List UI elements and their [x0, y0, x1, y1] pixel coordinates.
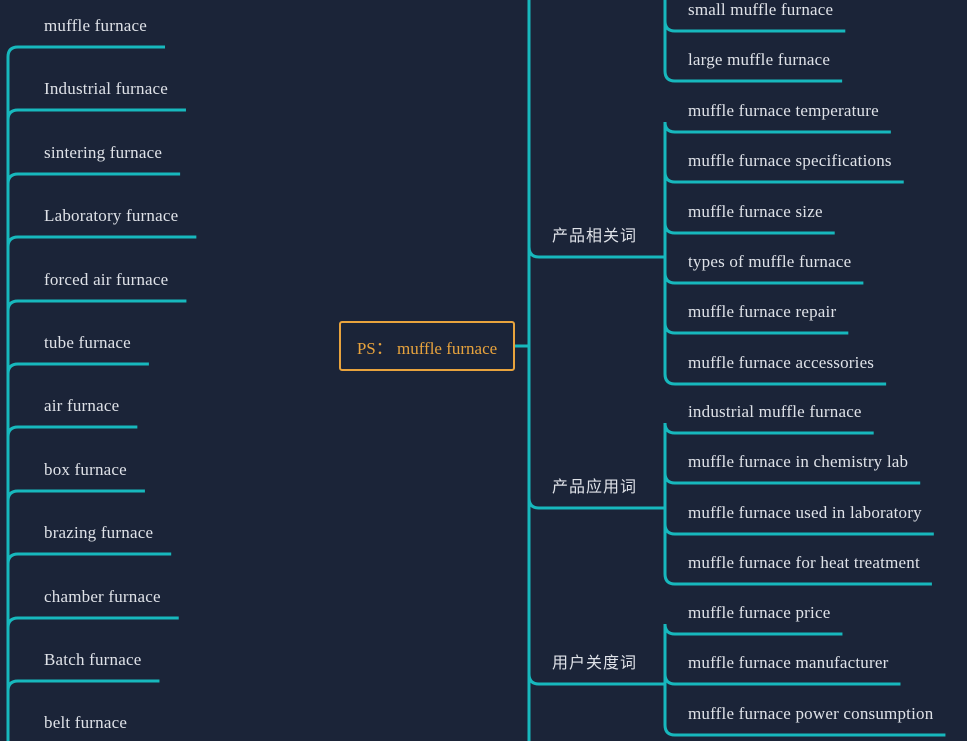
right-category-label[interactable]: 产品应用词	[552, 479, 637, 495]
left-branch-item[interactable]: chamber furnace	[44, 588, 161, 605]
left-branch-item[interactable]: forced air furnace	[44, 271, 168, 288]
right-branch-item[interactable]: muffle furnace size	[688, 203, 823, 220]
mindmap-canvas: PS： muffle furnace muffle furnace Industr…	[0, 0, 967, 741]
right-category-label[interactable]: 用户关度词	[552, 655, 637, 671]
right-branch-item[interactable]: muffle furnace temperature	[688, 102, 879, 119]
right-branch-item[interactable]: small muffle furnace	[688, 1, 833, 18]
left-branch-item[interactable]: brazing furnace	[44, 524, 153, 541]
left-branch-item[interactable]: muffle furnace	[44, 17, 147, 34]
right-branch-item[interactable]: muffle furnace manufacturer	[688, 654, 888, 671]
right-branch-item[interactable]: industrial muffle furnace	[688, 403, 862, 420]
left-branch-item[interactable]: belt furnace	[44, 714, 127, 731]
right-branch-item[interactable]: muffle furnace repair	[688, 303, 836, 320]
left-branch-item[interactable]: tube furnace	[44, 334, 131, 351]
right-branch-item[interactable]: muffle furnace accessories	[688, 354, 874, 371]
left-branch-item[interactable]: box furnace	[44, 461, 127, 478]
right-branch-item[interactable]: muffle furnace specifications	[688, 152, 892, 169]
right-branch-item[interactable]: muffle furnace power consumption	[688, 705, 933, 722]
right-category-label[interactable]: 产品相关词	[552, 228, 637, 244]
right-branch-item[interactable]: muffle furnace in chemistry lab	[688, 453, 908, 470]
right-branch-item[interactable]: large muffle furnace	[688, 51, 830, 68]
center-node[interactable]: PS： muffle furnace	[339, 321, 515, 371]
left-branch-item[interactable]: air furnace	[44, 397, 119, 414]
right-branch-item[interactable]: muffle furnace price	[688, 604, 830, 621]
right-branch-item[interactable]: types of muffle furnace	[688, 253, 851, 270]
left-branch-item[interactable]: Industrial furnace	[44, 80, 168, 97]
left-branch-item[interactable]: Laboratory furnace	[44, 207, 178, 224]
right-branch-item[interactable]: muffle furnace for heat treatment	[688, 554, 920, 571]
left-branch-item[interactable]: Batch furnace	[44, 651, 141, 668]
left-branch-item[interactable]: sintering furnace	[44, 144, 162, 161]
right-branch-item[interactable]: muffle furnace used in laboratory	[688, 504, 922, 521]
